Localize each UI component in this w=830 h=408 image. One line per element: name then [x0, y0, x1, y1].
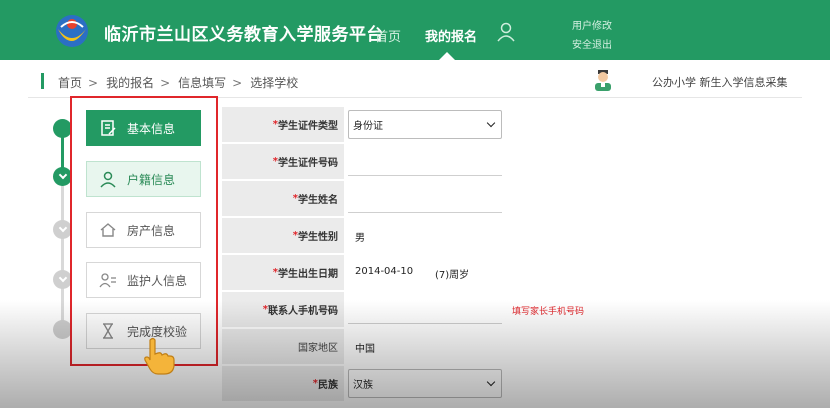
top-header: 临沂市兰山区义务教育入学服务平台 首页 我的报名 用户修改 安全退出 [0, 0, 830, 60]
form-row-region: 国家地区 中国 [222, 328, 802, 365]
site-title: 临沂市兰山区义务教育入学服务平台 [104, 25, 384, 45]
chevron-down-icon [58, 273, 67, 283]
breadcrumb-bar: 首页 > 我的报名 > 信息填写 > 选择学校 公办小学 新生入学信息采集 [28, 64, 802, 98]
form-row-phone: * 联系人手机号码 填写家长手机号码 [222, 291, 802, 328]
id-number-label: 学生证件号码 [278, 158, 338, 169]
phone-hint: 填写家长手机号码 [512, 307, 585, 317]
user-modify-link[interactable]: 用户修改 [572, 17, 612, 32]
gender-value: 男 [355, 233, 365, 244]
breadcrumb-accent [41, 73, 44, 89]
hand-pointer-icon [144, 337, 175, 375]
breadcrumb-home[interactable]: 首页 [58, 76, 82, 90]
breadcrumb-my-application[interactable]: 我的报名 [106, 76, 154, 90]
age-value: (7)周岁 [435, 270, 470, 281]
id-type-select[interactable]: 身份证 [348, 110, 502, 139]
form-row-id-type: * 学生证件类型 身份证 [222, 106, 802, 143]
form-row-name: * 学生姓名 [222, 180, 802, 217]
logout-link[interactable]: 安全退出 [572, 36, 612, 51]
region-label: 国家地区 [298, 343, 338, 354]
logo-icon [56, 15, 88, 47]
form-row-birthdate: * 学生出生日期 2014-04-10 (7)周岁 [222, 254, 802, 291]
id-type-label: 学生证件类型 [278, 121, 338, 132]
form-row-gender: * 学生性别 男 [222, 217, 802, 254]
id-number-input[interactable] [348, 147, 502, 176]
phone-input[interactable] [348, 295, 502, 324]
chevron-down-icon [486, 118, 496, 128]
ethnicity-label: 民族 [318, 380, 338, 391]
birthdate-value: 2014-04-10 [355, 266, 414, 277]
page-subtitle: 公办小学 新生入学信息采集 [652, 76, 788, 89]
phone-label: 联系人手机号码 [268, 306, 338, 317]
birthdate-label: 学生出生日期 [278, 269, 338, 280]
region-value: 中国 [355, 344, 375, 355]
nav-my-application-link[interactable]: 我的报名 [425, 26, 477, 45]
breadcrumb-info-fill[interactable]: 信息填写 [178, 76, 226, 90]
form-row-ethnicity: * 民族 汉族 [222, 365, 802, 402]
chevron-down-icon [58, 223, 67, 233]
student-name-label: 学生姓名 [298, 195, 338, 206]
ethnicity-select[interactable]: 汉族 [348, 369, 502, 398]
user-icon[interactable] [496, 22, 516, 42]
form-row-id-number: * 学生证件号码 [222, 143, 802, 180]
student-name-input[interactable] [348, 184, 502, 213]
step-highlight-frame [70, 96, 218, 366]
chevron-down-icon [58, 170, 67, 180]
gender-label: 学生性别 [298, 232, 338, 243]
breadcrumb-select-school: 选择学校 [250, 76, 299, 90]
breadcrumb: 首页 > 我的报名 > 信息填写 > 选择学校 [58, 76, 299, 90]
nav-home-link[interactable]: 首页 [375, 26, 401, 45]
chevron-down-icon [486, 377, 496, 387]
active-nav-indicator [439, 52, 455, 60]
student-avatar-icon [595, 70, 611, 91]
